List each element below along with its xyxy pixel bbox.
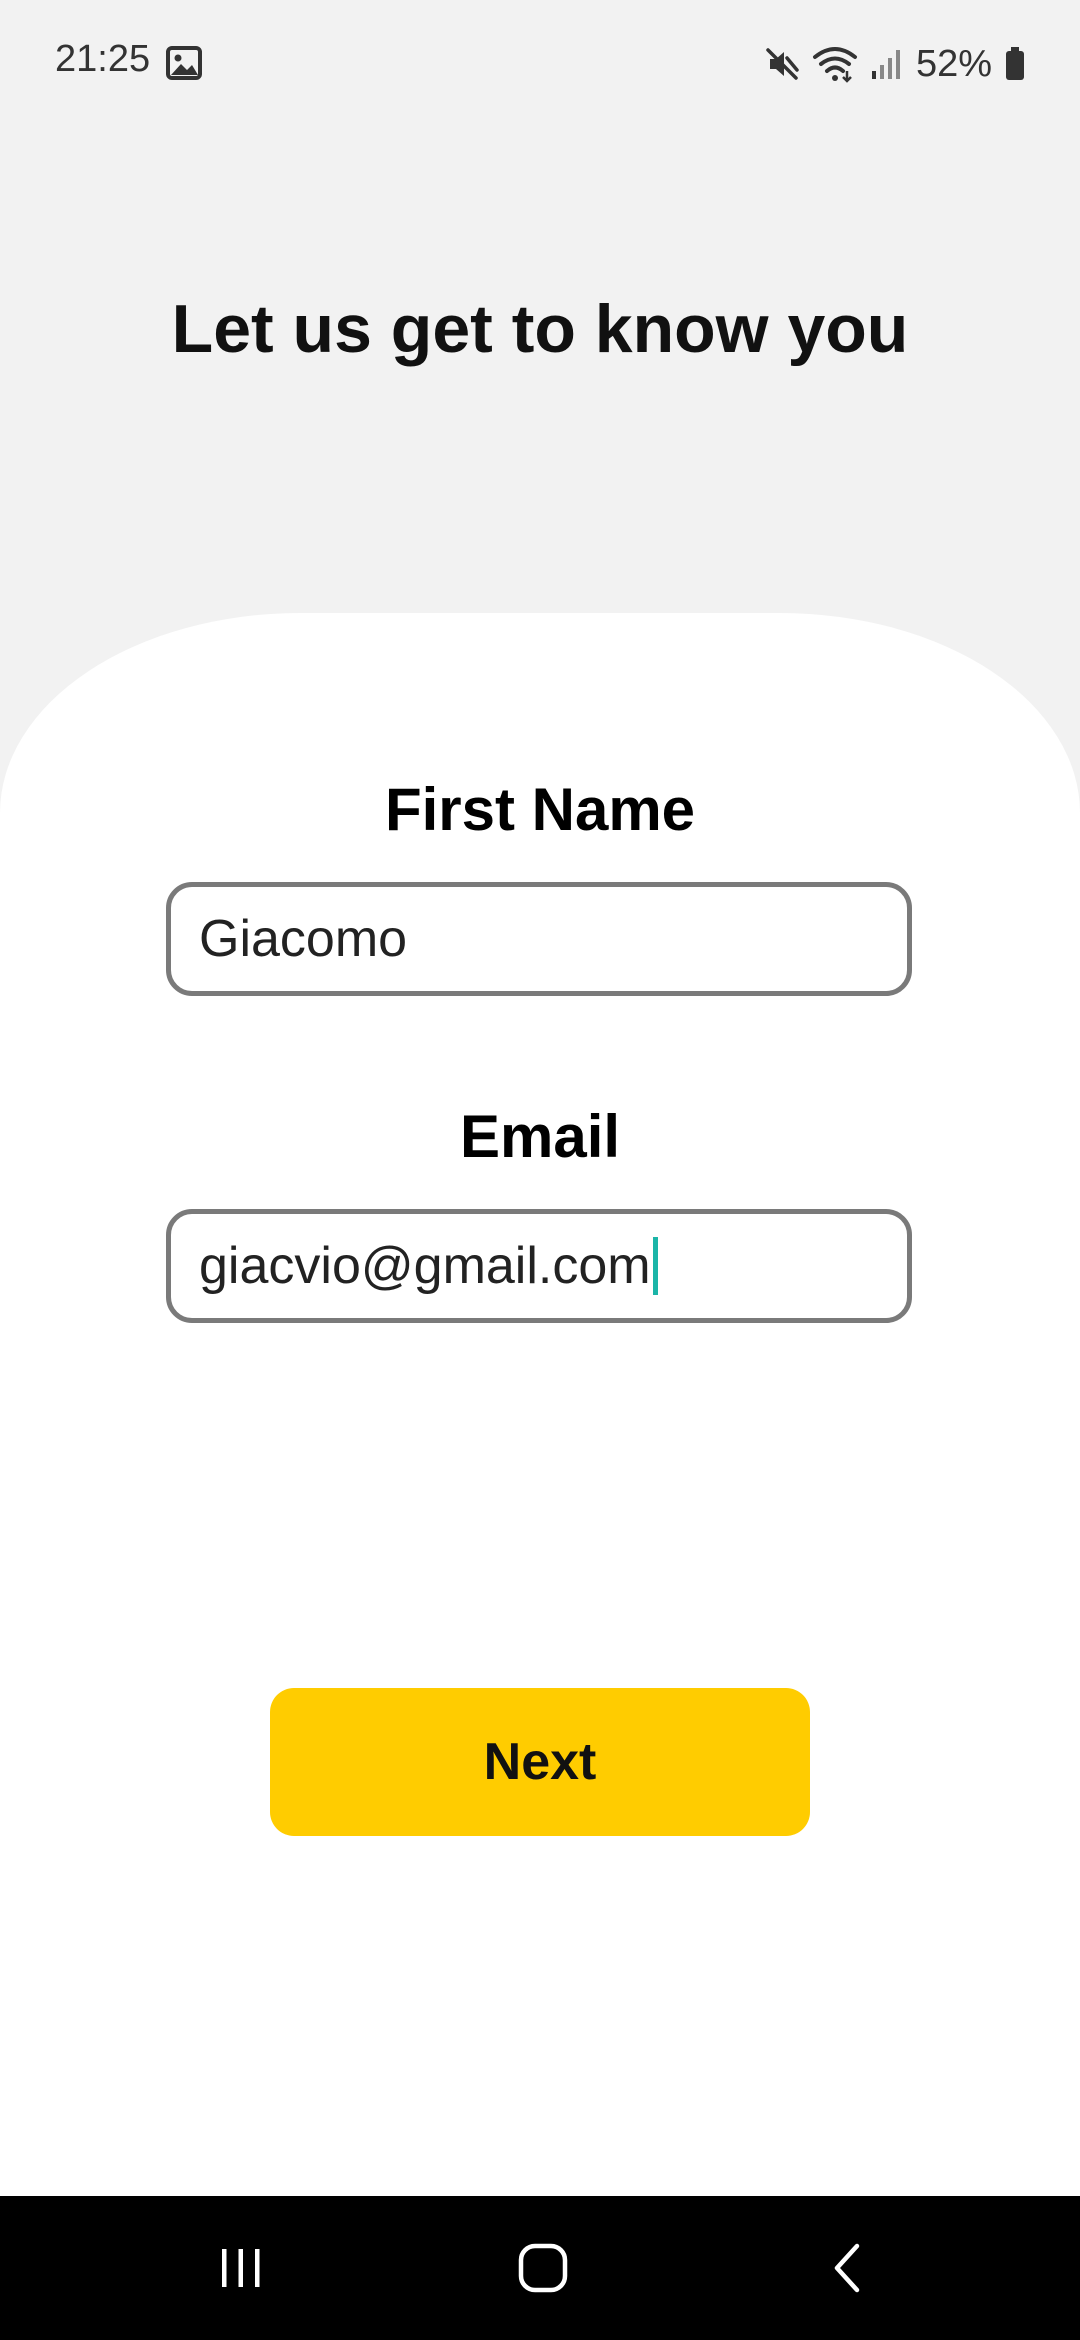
status-bar: 21:25 52% [0,0,1080,128]
email-value: giacvio@gmail.com [199,1237,651,1295]
wifi-icon [812,47,857,83]
signal-icon [871,50,900,79]
form-sheet [0,613,1080,2196]
first-name-value: Giacomo [199,910,408,968]
email-input[interactable]: giacvio@gmail.com [166,1209,912,1323]
back-icon [834,2243,860,2293]
status-icons: 52% [764,40,1026,88]
battery-percentage: 52% [915,42,992,85]
mute-icon [766,48,799,80]
recents-button[interactable] [151,2196,331,2340]
text-caret [652,1237,658,1295]
email-label: Email [459,1103,621,1170]
status-time: 21:25 [55,38,151,80]
battery-icon [1006,47,1024,80]
first-name-input[interactable]: Giacomo [166,882,912,996]
home-button[interactable] [453,2196,633,2340]
page-title: Let us get to know you [171,291,909,367]
image-icon [166,46,202,80]
navigation-bar [0,2196,1080,2340]
back-button[interactable] [757,2196,937,2340]
recents-icon [222,2249,260,2287]
next-button[interactable]: Next [270,1688,810,1836]
home-icon [518,2243,568,2293]
first-name-label: First Name [384,776,696,843]
